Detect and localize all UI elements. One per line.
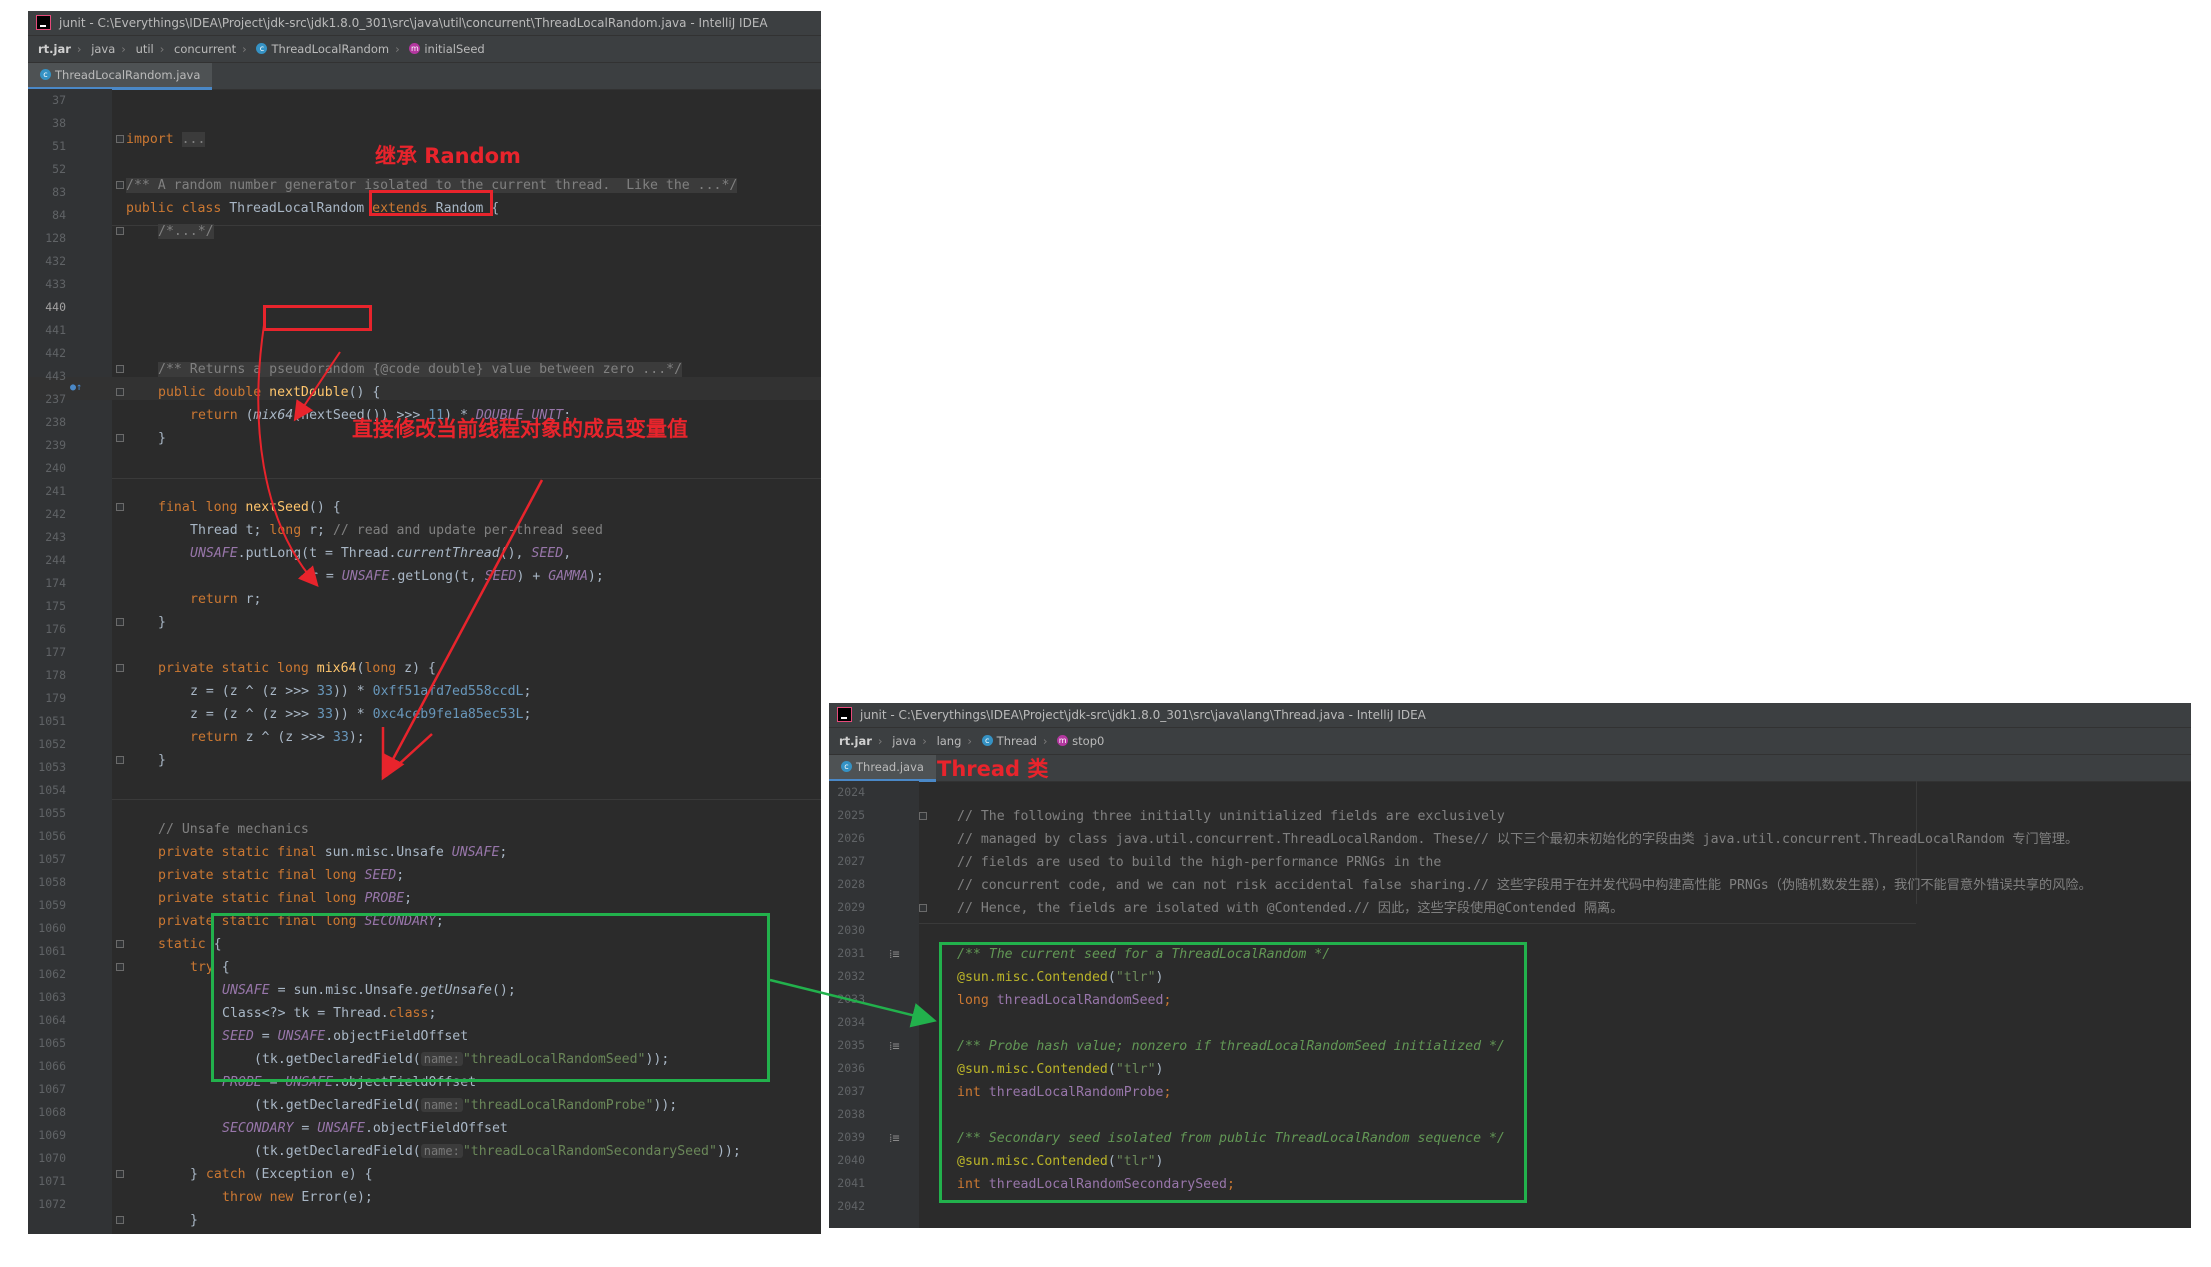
arrow-nextdouble-to-mix64 (257, 324, 319, 588)
annotation-arrows (257, 324, 937, 1028)
arrow-nextdouble-to-nextseed (293, 351, 341, 422)
arrow-seed-to-fields (381, 479, 544, 781)
arrow-seed-to-fields-2 (385, 733, 433, 777)
arrow-static-to-thread (769, 978, 937, 1028)
